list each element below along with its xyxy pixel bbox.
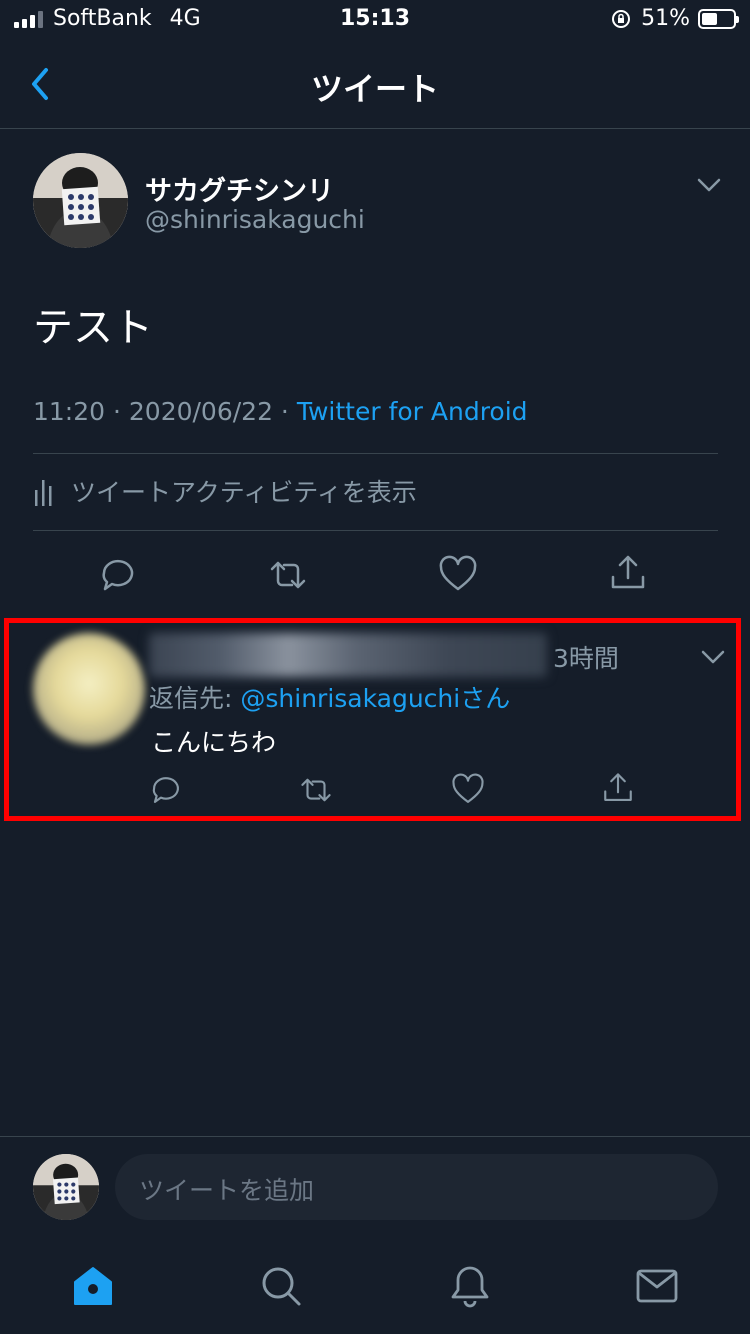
reply-icon[interactable] xyxy=(98,555,138,595)
like-icon[interactable] xyxy=(451,773,485,807)
author-avatar[interactable] xyxy=(33,153,128,248)
reply-to-handle[interactable]: @shinrisakaguchiさん xyxy=(240,684,510,713)
reply-author-name-blurred[interactable] xyxy=(149,633,547,677)
activity-label: ツイートアクティビティを表示 xyxy=(71,478,417,507)
search-icon[interactable] xyxy=(259,1264,303,1308)
divider xyxy=(0,1136,750,1137)
share-icon[interactable] xyxy=(601,771,635,805)
author-handle[interactable]: @shinrisakaguchi xyxy=(145,205,365,234)
reply-to-line: 返信先: @shinrisakaguchiさん xyxy=(149,679,510,715)
battery-percent: 51% xyxy=(641,6,690,31)
tweet-activity-link[interactable]: ツイートアクティビティを表示 xyxy=(33,473,417,509)
home-icon[interactable] xyxy=(71,1264,115,1308)
chevron-down-icon[interactable] xyxy=(701,649,725,665)
retweet-icon[interactable] xyxy=(268,555,308,595)
notifications-icon[interactable] xyxy=(448,1264,492,1308)
chevron-down-icon[interactable] xyxy=(697,177,721,193)
status-bar: SoftBank 4G 15:13 51% xyxy=(0,0,750,42)
avatar-image xyxy=(33,1154,99,1220)
divider xyxy=(33,453,718,454)
tweet-actions xyxy=(0,547,750,603)
reply-text: こんにちわ xyxy=(151,728,277,757)
battery-icon xyxy=(698,8,739,29)
my-avatar[interactable] xyxy=(33,1154,99,1220)
activity-chart-icon xyxy=(35,480,52,506)
composer-placeholder: ツイートを追加 xyxy=(139,1176,315,1205)
reply-tweet-highlight[interactable]: 3時間 返信先: @shinrisakaguchiさん こんにちわ xyxy=(4,618,741,821)
reply-to-label: 返信先: xyxy=(149,684,241,713)
tweet-timestamp: 11:20 · 2020/06/22 · xyxy=(33,397,297,426)
nav-bar: ツイート xyxy=(0,42,750,129)
author-name[interactable]: サカグチシンリ xyxy=(145,169,334,208)
share-icon[interactable] xyxy=(608,553,648,593)
tweet-text: テスト xyxy=(33,305,153,351)
status-right: 51% xyxy=(611,6,739,31)
orientation-lock-icon xyxy=(612,9,631,28)
reply-avatar-blurred[interactable] xyxy=(33,633,145,745)
reply-time: 3時間 xyxy=(553,644,619,673)
reply-icon[interactable] xyxy=(149,773,183,807)
tweet-meta: 11:20 · 2020/06/22 · Twitter for Android xyxy=(33,397,528,426)
page-title: ツイート xyxy=(310,70,439,108)
add-tweet-input[interactable]: ツイートを追加 xyxy=(115,1154,718,1220)
like-icon[interactable] xyxy=(438,555,478,595)
avatar-image xyxy=(33,153,128,248)
messages-icon[interactable] xyxy=(635,1264,679,1308)
battery-fill xyxy=(702,12,717,25)
tab-bar xyxy=(0,1250,750,1334)
divider xyxy=(33,530,718,531)
tweet-source-link[interactable]: Twitter for Android xyxy=(297,397,528,426)
retweet-icon[interactable] xyxy=(299,773,333,807)
